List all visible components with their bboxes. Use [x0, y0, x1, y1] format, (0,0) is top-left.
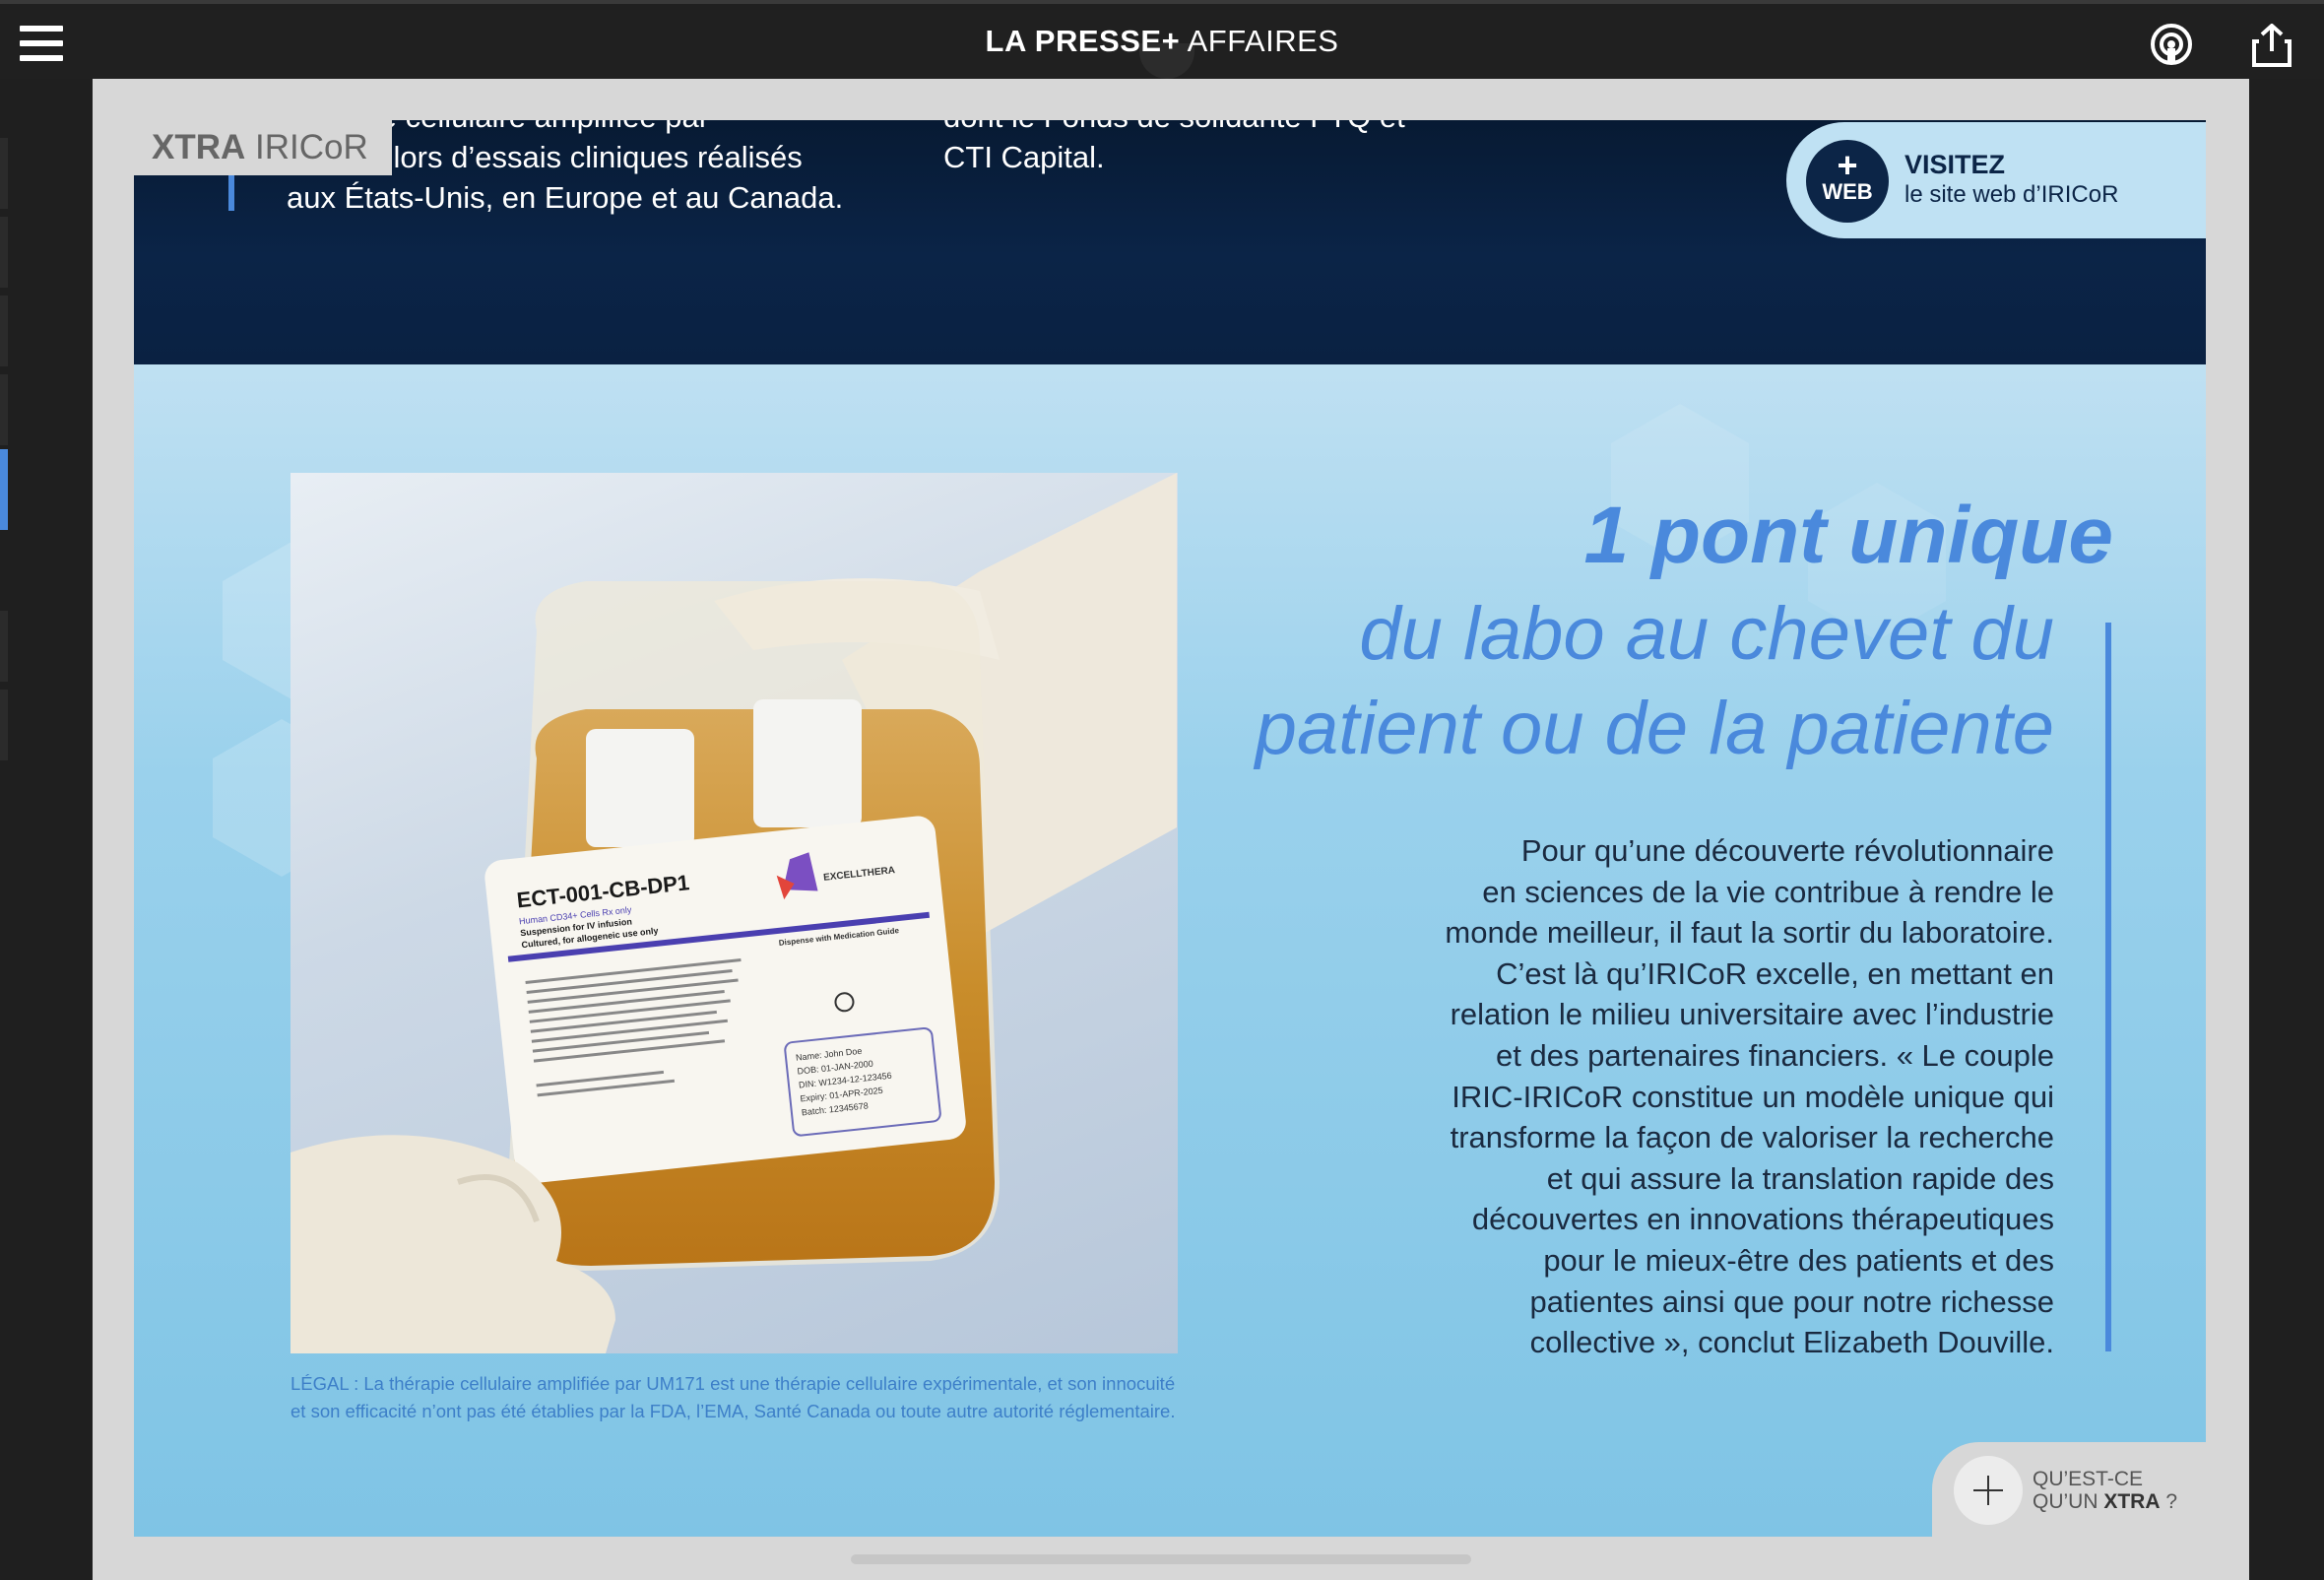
what-is-xtra-label: QU’EST-CE QU’UN XTRA ?: [2033, 1468, 2177, 1513]
article-headline: 1 pont unique: [1583, 491, 2113, 580]
caption-line: LÉGAL : La thérapie cellulaire amplifiée…: [290, 1373, 1176, 1394]
horizontal-scrollbar[interactable]: [851, 1554, 1471, 1564]
accent-vertical-bar: [2105, 623, 2111, 1351]
caption-line: et son efficacité n’ont pas été établies…: [290, 1401, 1176, 1421]
visit-subtitle: le site web d’IRICoR: [1904, 181, 2119, 208]
top-bar: LA PRESSE+ AFFAIRES: [0, 0, 2324, 79]
app-brand: LA PRESSE+ AFFAIRES: [0, 24, 2324, 59]
intro-line: dont le Fonds de solidarité FTQ et: [943, 120, 1455, 137]
xtra-label: XTRA: [152, 128, 246, 166]
body-line: transforme la façon de valoriser la rech…: [1450, 1120, 2054, 1155]
brand-name: LA PRESSE+: [985, 24, 1181, 58]
plus-icon: [1954, 1456, 2023, 1525]
cell-therapy-bag-photo: ECT-001-CB-DP1 Human CD34+ Cells Rx only…: [290, 473, 1178, 1353]
body-line: collective », conclut Elizabeth Douville…: [1529, 1325, 2054, 1360]
web-label: WEB: [1822, 179, 1873, 204]
body-line: IRIC-IRICoR constitue un modèle unique q…: [1452, 1079, 2054, 1114]
article-subhead: du labo au chevet du patient ou de la pa…: [1221, 587, 2054, 776]
xtra-tag: XTRA IRICoR: [134, 120, 392, 175]
podcast-icon[interactable]: [2149, 22, 2194, 67]
intro-line: CTI Capital.: [943, 140, 1105, 174]
intro-text-right: dont le Fonds de solidarité FTQ et CTI C…: [943, 120, 1455, 177]
body-line: monde meilleur, il faut la sortir du lab…: [1445, 915, 2054, 951]
subhead-line: patient ou de la patiente: [1255, 687, 2054, 770]
xtra-info-prefix: QU’UN: [2033, 1490, 2104, 1513]
photo-illustration: ECT-001-CB-DP1 Human CD34+ Cells Rx only…: [290, 473, 1177, 1353]
body-line: patientes ainsi que pour notre richesse: [1529, 1284, 2055, 1319]
what-is-xtra-button[interactable]: QU’EST-CE QU’UN XTRA ?: [1932, 1442, 2206, 1537]
visit-title: VISITEZ: [1904, 150, 2006, 179]
body-line: Pour qu’une découverte révolutionnaire: [1520, 833, 2054, 868]
body-line: et des partenaires financiers. « Le coup…: [1496, 1037, 2054, 1073]
visit-website-button[interactable]: + WEB VISITEZ le site web d’IRICoR: [1786, 122, 2206, 238]
right-page-strip: [2249, 79, 2324, 1580]
body-line: et qui assure la translation rapide des: [1546, 1160, 2054, 1196]
web-icon: + WEB: [1806, 140, 1889, 223]
share-icon[interactable]: [2251, 24, 2292, 67]
xtra-info-suffix: ?: [2160, 1490, 2178, 1513]
body-line: C’est là qu’IRICoR excelle, en mettant e…: [1496, 955, 2054, 991]
xtra-info-bold: XTRA: [2103, 1490, 2161, 1513]
web-plus: +: [1837, 145, 1858, 185]
intro-line: aux États-Unis, en Europe et au Canada.: [287, 180, 844, 215]
page-indicator-active[interactable]: [0, 449, 8, 530]
subhead-line: du labo au chevet du: [1359, 592, 2054, 676]
xtra-sponsor: IRICoR: [255, 128, 368, 166]
xtra-info-line: QU’UN XTRA ?: [2033, 1490, 2177, 1513]
body-line: découvertes en innovations thérapeutique…: [1471, 1202, 2054, 1237]
body-line: pour le mieux-être des patients et des: [1543, 1242, 2054, 1278]
body-line: en sciences de la vie contribue à rendre…: [1482, 874, 2054, 909]
xtra-info-line: QU’EST-CE: [2033, 1468, 2144, 1490]
legal-caption: LÉGAL : La thérapie cellulaire amplifiée…: [290, 1370, 1178, 1425]
left-page-strip: [0, 79, 93, 1580]
body-line: relation le milieu universitaire avec l’…: [1450, 997, 2054, 1032]
article-body: Pour qu’une découverte révolutionnaire e…: [1398, 830, 2054, 1363]
brand-section: AFFAIRES: [1187, 24, 1339, 58]
